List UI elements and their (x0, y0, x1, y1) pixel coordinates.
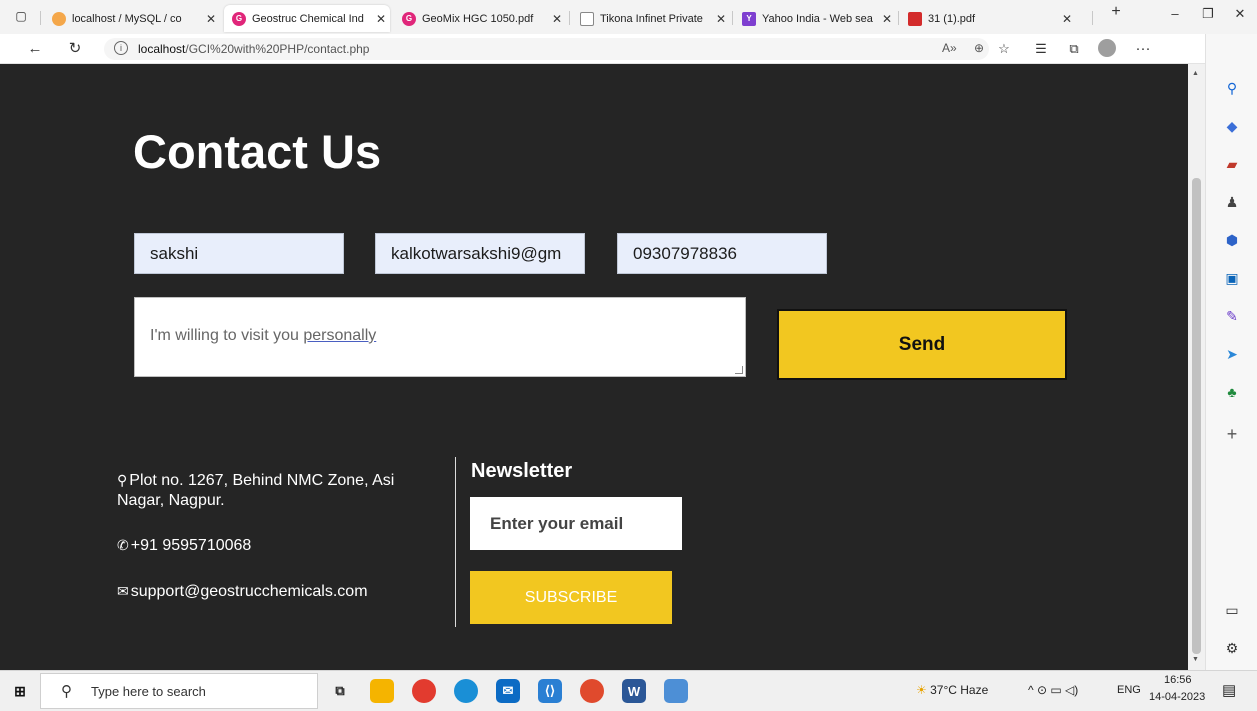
clock-date[interactable]: 14-04-2023 (1149, 691, 1205, 703)
page-title: Contact Us (133, 125, 382, 178)
subscribe-button[interactable]: SUBSCRIBE (470, 571, 672, 624)
close-tab-icon[interactable]: ✕ (548, 12, 566, 26)
footer-divider (455, 457, 456, 627)
edge-sidebar: ⚲ ◆ ▰ ♟ ⬢ ▣ ✎ ➤ ♣ + ▭ ⚙ (1205, 34, 1257, 670)
vscode-icon[interactable]: ⟨⟩ (538, 679, 562, 703)
close-tab-icon[interactable]: ✕ (1058, 12, 1076, 26)
name-field[interactable]: sakshi (134, 233, 344, 274)
zoom-icon[interactable]: ⊕ (974, 41, 984, 55)
site-info-icon[interactable]: i (114, 41, 128, 55)
newsletter-title: Newsletter (471, 460, 573, 482)
close-tab-icon[interactable]: ✕ (712, 12, 730, 26)
outlook-icon[interactable]: ▣ (1222, 268, 1242, 288)
browser-tab-strip: ▢ localhost / MySQL / co ✕ G Geostruc Ch… (0, 0, 1257, 34)
phone-line: ✆ +91 9595710068 (117, 537, 252, 554)
resize-grip-icon[interactable] (735, 366, 743, 374)
read-aloud-icon[interactable]: A» (942, 41, 957, 55)
address-line: ⚲ Plot no. 1267, Behind NMC Zone, Asi Nag… (117, 472, 395, 509)
map-marker-icon: ⚲ (117, 472, 128, 488)
games-icon[interactable]: ♟ (1222, 192, 1242, 212)
phone-volume-icon: ✆ (117, 537, 129, 553)
language-indicator[interactable]: ENG (1117, 684, 1141, 696)
page-icon (580, 11, 594, 26)
web-page: Contact Us sakshi kalkotwarsakshi9@gm 09… (0, 64, 1188, 670)
tab-actions-icon[interactable]: ▢ (10, 6, 32, 26)
refresh-icon[interactable]: ↻ (64, 39, 86, 59)
message-textarea[interactable]: I'm willing to visit you personally (134, 297, 746, 377)
site-icon: G (402, 11, 416, 26)
task-view-icon[interactable]: ⧉ (328, 679, 352, 703)
shopping-tag-icon[interactable]: ◆ (1222, 116, 1242, 136)
chrome-profile-icon[interactable] (580, 679, 604, 703)
pdf-icon (908, 11, 922, 26)
settings-gear-icon[interactable]: ⚙ (1222, 638, 1242, 658)
new-tab-icon[interactable]: + (1101, 3, 1131, 21)
more-options-icon[interactable]: ··· (1132, 39, 1154, 59)
email-field[interactable]: kalkotwarsakshi9@gm (375, 233, 585, 274)
close-tab-icon[interactable]: ✕ (372, 12, 390, 26)
tab-geostruc-contact[interactable]: G Geostruc Chemical Ind ✕ (224, 5, 390, 32)
close-tab-icon[interactable]: ✕ (202, 12, 220, 26)
app-icon[interactable] (664, 679, 688, 703)
scroll-down-icon[interactable]: ▼ (1192, 656, 1199, 663)
microsoft365-icon[interactable]: ⬢ (1222, 230, 1242, 250)
site-icon: G (232, 11, 246, 26)
designer-icon[interactable]: ✎ (1222, 306, 1242, 326)
search-icon[interactable]: ⚲ (1222, 78, 1242, 98)
collections-icon[interactable]: ⧉ (1063, 39, 1085, 59)
tree-icon[interactable]: ♣ (1222, 382, 1242, 402)
send-plane-icon[interactable]: ➤ (1222, 344, 1242, 364)
tab-pdf-31[interactable]: 31 (1).pdf ✕ (900, 5, 1076, 32)
taskbar-search[interactable]: ⚲ Type here to search (40, 673, 318, 709)
address-bar[interactable]: i localhost/GCI%20with%20PHP/contact.php… (104, 38, 989, 60)
scroll-up-icon[interactable]: ▲ (1192, 70, 1199, 77)
back-icon[interactable]: ← (24, 39, 46, 59)
tools-briefcase-icon[interactable]: ▰ (1222, 154, 1242, 174)
scroll-thumb[interactable] (1192, 178, 1201, 654)
page-scrollbar[interactable]: ▲ ▼ (1188, 64, 1205, 670)
newsletter-email-input[interactable]: Enter your email (470, 497, 682, 550)
close-window-icon[interactable]: ✕ (1225, 6, 1255, 22)
close-tab-icon[interactable]: ✕ (878, 12, 896, 26)
phpmyadmin-icon (52, 11, 66, 26)
weather-widget[interactable]: ☀ 37°C Haze (916, 683, 988, 697)
favorites-icon[interactable]: ☰ (1030, 39, 1052, 59)
email-line: ✉ support@geostrucchemicals.com (117, 583, 368, 600)
add-icon[interactable]: + (1222, 424, 1242, 444)
tab-geomix-pdf[interactable]: G GeoMix HGC 1050.pdf ✕ (394, 5, 566, 32)
profile-avatar[interactable] (1096, 39, 1118, 59)
file-explorer-icon[interactable] (370, 679, 394, 703)
taskbar: ⊞ ⚲ Type here to search ⧉ ✉ ⟨⟩ W ☀ 37°C … (0, 670, 1257, 711)
mail-icon[interactable]: ✉ (496, 679, 520, 703)
clock-time[interactable]: 16:56 (1164, 674, 1192, 686)
envelope-icon: ✉ (117, 583, 129, 599)
tab-tikona[interactable]: Tikona Infinet Private ✕ (572, 5, 730, 32)
browser-toolbar: ← ↻ i localhost/GCI%20with%20PHP/contact… (0, 34, 1257, 64)
phone-field[interactable]: 09307978836 (617, 233, 827, 274)
search-icon: ⚲ (61, 683, 72, 700)
send-button[interactable]: Send (777, 309, 1067, 380)
message-text: I'm willing to visit you personally (150, 327, 377, 344)
yahoo-icon: Y (742, 11, 756, 26)
chrome-icon[interactable] (412, 679, 436, 703)
system-tray-icons[interactable]: ^ ⊙ ▭ ◁) (1028, 683, 1078, 697)
edge-icon[interactable] (454, 679, 478, 703)
sun-haze-icon: ☀ (916, 683, 927, 697)
url-text: localhost/GCI%20with%20PHP/contact.php (138, 42, 370, 56)
favorite-star-icon[interactable]: ☆ (993, 39, 1015, 59)
tab-yahoo[interactable]: Y Yahoo India - Web sea ✕ (734, 5, 896, 32)
notifications-icon[interactable]: ▤ (1222, 681, 1236, 699)
restore-icon[interactable]: ❐ (1193, 6, 1223, 22)
minimize-icon[interactable]: – (1160, 6, 1190, 21)
windows-start-icon[interactable]: ⊞ (8, 679, 32, 703)
word-icon[interactable]: W (622, 679, 646, 703)
tab-phpmyadmin[interactable]: localhost / MySQL / co ✕ (44, 5, 220, 32)
sidebar-panel-icon[interactable]: ▭ (1222, 600, 1242, 620)
